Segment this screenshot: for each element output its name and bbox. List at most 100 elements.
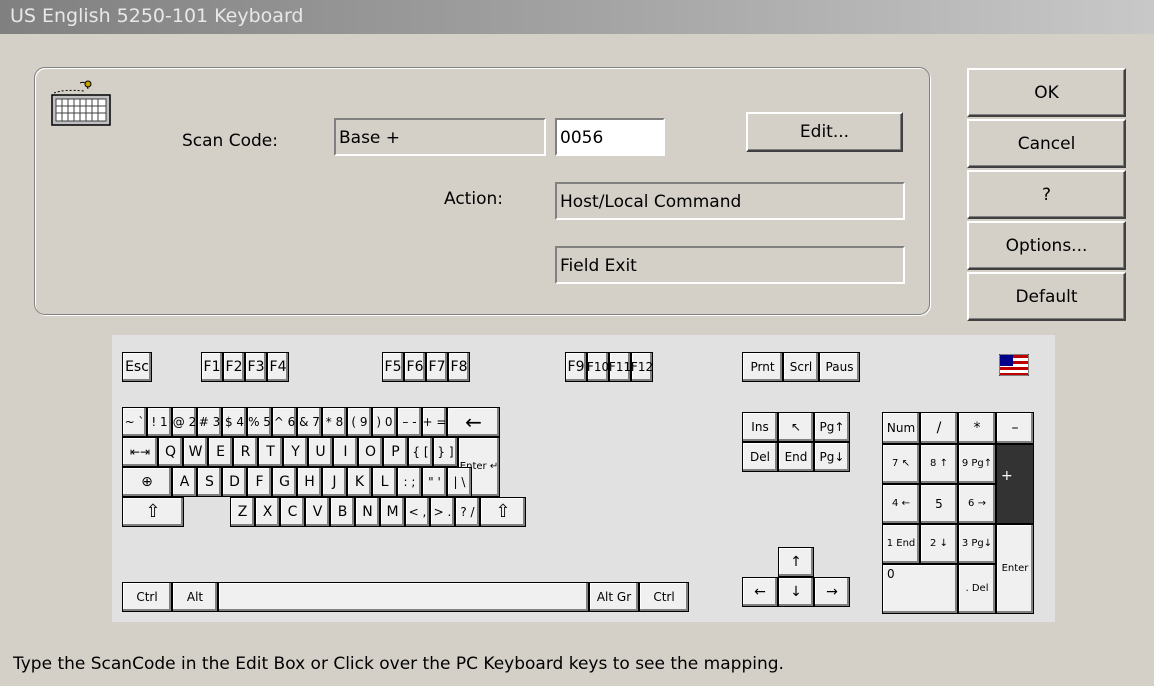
key-altgr[interactable]: Alt Gr — [589, 582, 639, 612]
key-numpad-add[interactable]: + — [996, 444, 1034, 524]
scan-code-input[interactable]: 0056 — [555, 118, 665, 156]
key-right-shift[interactable]: ⇧ — [480, 497, 526, 527]
key-f10[interactable]: F10 — [587, 352, 609, 382]
key-slash[interactable]: ? / — [455, 497, 480, 527]
key-f6[interactable]: F6 — [404, 352, 426, 382]
key-arrow-down[interactable]: ↓ — [778, 577, 814, 607]
key-x[interactable]: X — [255, 497, 280, 527]
key-numpad-1[interactable]: 1 End — [882, 524, 920, 564]
key-numlock[interactable]: Num — [882, 412, 920, 444]
key-numpad-divide[interactable]: / — [920, 412, 958, 444]
key-f9[interactable]: F9 — [565, 352, 587, 382]
key-0[interactable]: ) 0 — [372, 407, 397, 437]
key-i[interactable]: I — [333, 437, 358, 467]
key-numpad-subtract[interactable]: – — [996, 412, 1034, 444]
key-arrow-up[interactable]: ↑ — [778, 547, 814, 577]
key-backslash[interactable]: | \ — [447, 467, 472, 497]
key-rbracket[interactable]: } ] — [433, 437, 458, 467]
key-f[interactable]: F — [247, 467, 272, 497]
key-5[interactable]: % 5 — [247, 407, 272, 437]
key-page-up[interactable]: Pg↑ — [814, 412, 850, 442]
key-c[interactable]: C — [280, 497, 305, 527]
key-alt[interactable]: Alt — [172, 582, 218, 612]
key-numpad-5[interactable]: 5 — [920, 484, 958, 524]
key-d[interactable]: D — [222, 467, 247, 497]
key-f8[interactable]: F8 — [448, 352, 470, 382]
key-scrl[interactable]: Scrl — [783, 352, 819, 382]
key-numpad-3[interactable]: 3 Pg↓ — [958, 524, 996, 564]
key-capslock[interactable]: ⊕ — [122, 467, 172, 497]
us-flag-icon[interactable] — [999, 354, 1029, 376]
key-z[interactable]: Z — [230, 497, 255, 527]
key-f1[interactable]: F1 — [201, 352, 223, 382]
key-right-ctrl[interactable]: Ctrl — [639, 582, 689, 612]
key-prnt[interactable]: Prnt — [742, 352, 783, 382]
default-button[interactable]: Default — [967, 272, 1126, 321]
key-4[interactable]: $ 4 — [222, 407, 247, 437]
key-quote[interactable]: " ' — [422, 467, 447, 497]
key-n[interactable]: N — [355, 497, 380, 527]
key-period[interactable]: > . — [430, 497, 455, 527]
key-numpad-6[interactable]: 6 → — [958, 484, 996, 524]
key-minus[interactable]: – - — [397, 407, 422, 437]
key-g[interactable]: G — [272, 467, 297, 497]
key-numpad-multiply[interactable]: * — [958, 412, 996, 444]
key-comma[interactable]: < , — [405, 497, 430, 527]
key-equals[interactable]: + = — [422, 407, 447, 437]
key-numpad-9[interactable]: 9 Pg↑ — [958, 444, 996, 484]
key-end[interactable]: End — [778, 442, 814, 472]
key-backspace[interactable]: ← — [447, 407, 500, 437]
key-f5[interactable]: F5 — [382, 352, 404, 382]
key-1[interactable]: ! 1 — [147, 407, 172, 437]
key-w[interactable]: W — [183, 437, 208, 467]
key-f2[interactable]: F2 — [223, 352, 245, 382]
key-numpad-8[interactable]: 8 ↑ — [920, 444, 958, 484]
key-p[interactable]: P — [383, 437, 408, 467]
key-a[interactable]: A — [172, 467, 197, 497]
key-e[interactable]: E — [208, 437, 233, 467]
key-delete[interactable]: Del — [742, 442, 778, 472]
key-9[interactable]: ( 9 — [347, 407, 372, 437]
key-semicolon[interactable]: : ; — [397, 467, 422, 497]
key-backquote[interactable]: ~ ` — [122, 407, 147, 437]
key-u[interactable]: U — [308, 437, 333, 467]
key-m[interactable]: M — [380, 497, 405, 527]
key-numpad-decimal[interactable]: . Del — [958, 564, 996, 614]
key-esc[interactable]: Esc — [122, 352, 152, 382]
edit-button[interactable]: Edit... — [746, 112, 903, 152]
key-numpad-7[interactable]: 7 ↖ — [882, 444, 920, 484]
key-lbracket[interactable]: { [ — [408, 437, 433, 467]
key-6[interactable]: ^ 6 — [272, 407, 297, 437]
key-f12[interactable]: F12 — [631, 352, 653, 382]
options-button[interactable]: Options... — [967, 221, 1126, 270]
key-t[interactable]: T — [258, 437, 283, 467]
key-3[interactable]: # 3 — [197, 407, 222, 437]
key-f11[interactable]: F11 — [609, 352, 631, 382]
key-f3[interactable]: F3 — [245, 352, 267, 382]
help-button[interactable]: ? — [967, 170, 1126, 219]
key-l[interactable]: L — [372, 467, 397, 497]
ok-button[interactable]: OK — [967, 68, 1126, 117]
key-insert[interactable]: Ins — [742, 412, 778, 442]
key-numpad-2[interactable]: 2 ↓ — [920, 524, 958, 564]
key-left-shift[interactable]: ⇧ — [122, 497, 184, 527]
key-tab[interactable]: ⇤⇥ — [122, 437, 158, 467]
key-2[interactable]: @ 2 — [172, 407, 197, 437]
key-s[interactable]: S — [197, 467, 222, 497]
key-r[interactable]: R — [233, 437, 258, 467]
key-h[interactable]: H — [297, 467, 322, 497]
key-space[interactable] — [218, 582, 589, 612]
key-k[interactable]: K — [347, 467, 372, 497]
key-j[interactable]: J — [322, 467, 347, 497]
key-arrow-left[interactable]: ← — [742, 577, 778, 607]
key-q[interactable]: Q — [158, 437, 183, 467]
cancel-button[interactable]: Cancel — [967, 119, 1126, 168]
key-8[interactable]: * 8 — [322, 407, 347, 437]
key-numpad-0[interactable]: 0 — [882, 564, 958, 614]
key-7[interactable]: & 7 — [297, 407, 322, 437]
key-o[interactable]: O — [358, 437, 383, 467]
key-numpad-enter[interactable]: Enter — [996, 524, 1034, 614]
key-page-down[interactable]: Pg↓ — [814, 442, 850, 472]
key-v[interactable]: V — [305, 497, 330, 527]
key-f4[interactable]: F4 — [267, 352, 289, 382]
